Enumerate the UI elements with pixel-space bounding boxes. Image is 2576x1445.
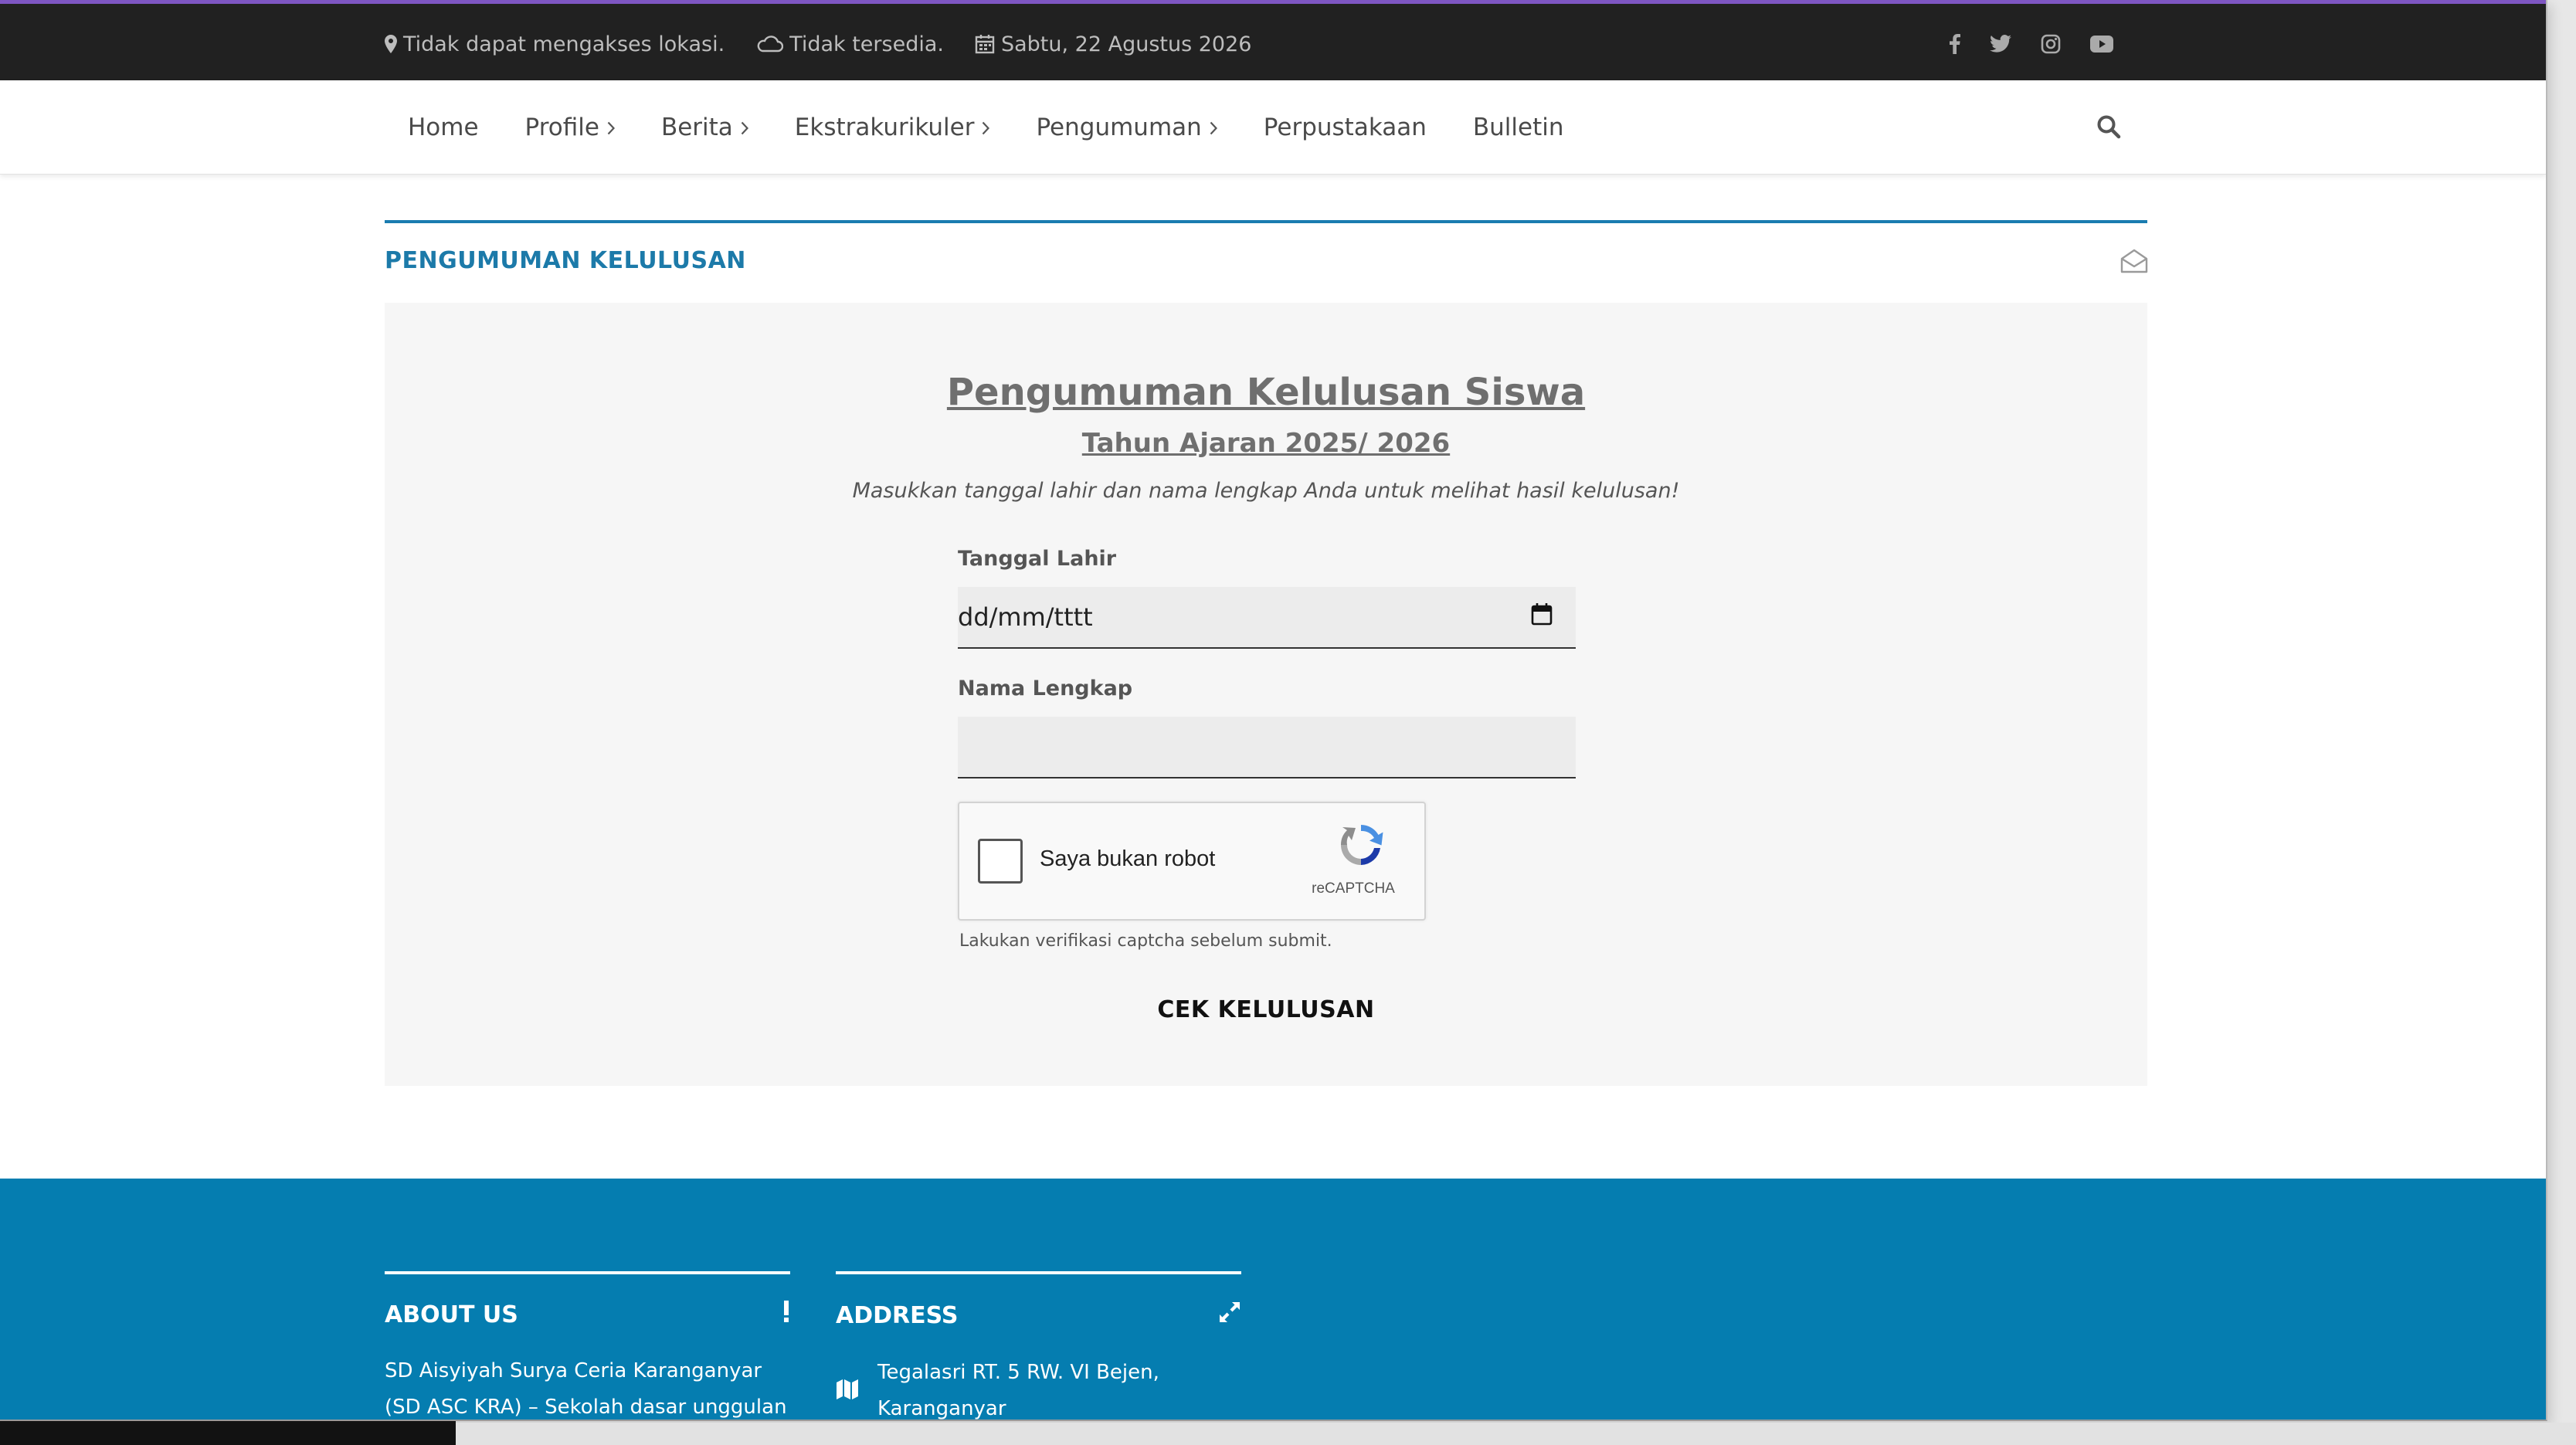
nav-item-bulletin[interactable]: Bulletin [1450, 114, 1587, 141]
nav-item-label: Home [408, 114, 479, 141]
footer-address-row: Tegalasri RT. 5 RW. VI Bejen, Karanganya… [836, 1355, 1241, 1420]
date-text: Sabtu, 22 Agustus 2026 [1000, 32, 1252, 56]
recaptcha-checkbox[interactable] [978, 839, 1023, 884]
nav-item-label: Perpustakaan [1263, 114, 1427, 141]
form-subtitle: Tahun Ajaran 2025/ 2026 [1081, 428, 1451, 459]
footer-address-title: ADDRESS [836, 1301, 959, 1329]
footer: ABOUT US SD Aisyiyah Surya Ceria Karanga… [0, 1179, 2546, 1420]
footer-about-title: ABOUT US [385, 1301, 518, 1328]
footer-address: ADDRESS Tegalasri RT. 5 RW. VI Bejen, Ka… [836, 1271, 1241, 1420]
nav-item-label: Pengumuman [1036, 114, 1202, 141]
footer-address-text: Tegalasri RT. 5 RW. VI Bejen, Karanganya… [877, 1361, 1159, 1420]
location-text: Tidak dapat mengakses lokasi. [403, 32, 725, 56]
recaptcha-widget: Saya bukan robot reCAPTCHA [958, 802, 1426, 921]
recaptcha-logo-icon [1336, 820, 1386, 873]
browser-page: Tidak dapat mengakses lokasi. Tidak ters… [0, 0, 2547, 1421]
nav-item-ekstrakurikuler[interactable]: Ekstrakurikuler [772, 114, 1013, 141]
twitter-icon[interactable] [1990, 35, 2011, 53]
expand-icon [1218, 1301, 1241, 1330]
recaptcha-label: Saya bukan robot [1040, 846, 1216, 871]
nav-item-home[interactable]: Home [385, 114, 502, 141]
social-links [1950, 27, 2113, 61]
desktop-background [456, 1423, 2576, 1445]
footer-about-text: SD Aisyiyah Surya Ceria Karanganyar (SD … [385, 1359, 787, 1419]
calendar-icon [975, 34, 995, 54]
fullname-input[interactable] [958, 717, 1576, 778]
footer-about-header: ABOUT US [385, 1301, 790, 1328]
recaptcha-brand: reCAPTCHA [1312, 880, 1395, 897]
weather-text: Tidak tersedia. [789, 32, 944, 56]
envelope-open-icon [2120, 249, 2148, 276]
form-instruction: Masukkan tanggal lahir dan nama lengkap … [852, 479, 1680, 503]
nav-item-profile[interactable]: Profile [502, 114, 638, 141]
chevron-right-icon [1210, 114, 1217, 141]
birthdate-placeholder: dd/mm/tttt [958, 602, 1093, 632]
search-icon[interactable] [2096, 114, 2121, 142]
section-title: PENGUMUMAN KELULUSAN [385, 247, 746, 274]
map-icon [836, 1379, 859, 1403]
chevron-right-icon [607, 114, 615, 141]
instagram-icon[interactable] [2041, 34, 2061, 54]
facebook-icon[interactable] [1950, 34, 1960, 54]
youtube-icon[interactable] [2090, 36, 2113, 53]
nav-item-pengumuman[interactable]: Pengumuman [1013, 114, 1240, 141]
footer-about: ABOUT US SD Aisyiyah Surya Ceria Karanga… [385, 1271, 790, 1420]
main-navigation: Home Profile Berita Ekstrakurikuler Pengumum… [0, 80, 2546, 175]
weather-info: Tidak tersedia. [755, 32, 944, 56]
nav-item-label: Ekstrakurikuler [794, 114, 975, 141]
date-info: Sabtu, 22 Agustus 2026 [975, 32, 1251, 56]
taskbar-strip [0, 1421, 456, 1445]
nav-item-label: Bulletin [1472, 114, 1564, 141]
cloud-icon [755, 36, 784, 53]
footer-divider [385, 1271, 790, 1274]
map-marker-icon [385, 35, 397, 53]
graduation-form-card: Pengumuman Kelulusan Siswa Tahun Ajaran … [385, 303, 2147, 1086]
nav-item-label: Berita [660, 114, 733, 141]
location-info: Tidak dapat mengakses lokasi. [385, 32, 725, 56]
chevron-right-icon [741, 114, 748, 141]
check-graduation-button[interactable]: CEK KELULUSAN [385, 996, 2147, 1023]
footer-divider [836, 1271, 1241, 1274]
nav-item-berita[interactable]: Berita [638, 114, 772, 141]
top-bar: Tidak dapat mengakses lokasi. Tidak ters… [0, 0, 2546, 80]
birthdate-input[interactable]: dd/mm/tttt [958, 587, 1576, 649]
footer-address-header: ADDRESS [836, 1301, 1241, 1330]
captcha-note: Lakukan verifikasi captcha sebelum submi… [959, 931, 1332, 951]
form-title: Pengumuman Kelulusan Siswa [946, 371, 1586, 414]
birthdate-label: Tanggal Lahir [958, 547, 1117, 571]
nav-menu: Home Profile Berita Ekstrakurikuler Pengumum… [385, 80, 1587, 175]
nav-item-label: Profile [524, 114, 599, 141]
exclamation-icon [782, 1301, 790, 1328]
chevron-right-icon [982, 114, 990, 141]
fullname-label: Nama Lengkap [958, 677, 1133, 700]
nav-item-perpustakaan[interactable]: Perpustakaan [1240, 114, 1450, 141]
calendar-picker-icon[interactable] [1531, 602, 1553, 632]
section-divider [385, 220, 2147, 223]
top-bar-info: Tidak dapat mengakses lokasi. Tidak ters… [385, 27, 1251, 61]
